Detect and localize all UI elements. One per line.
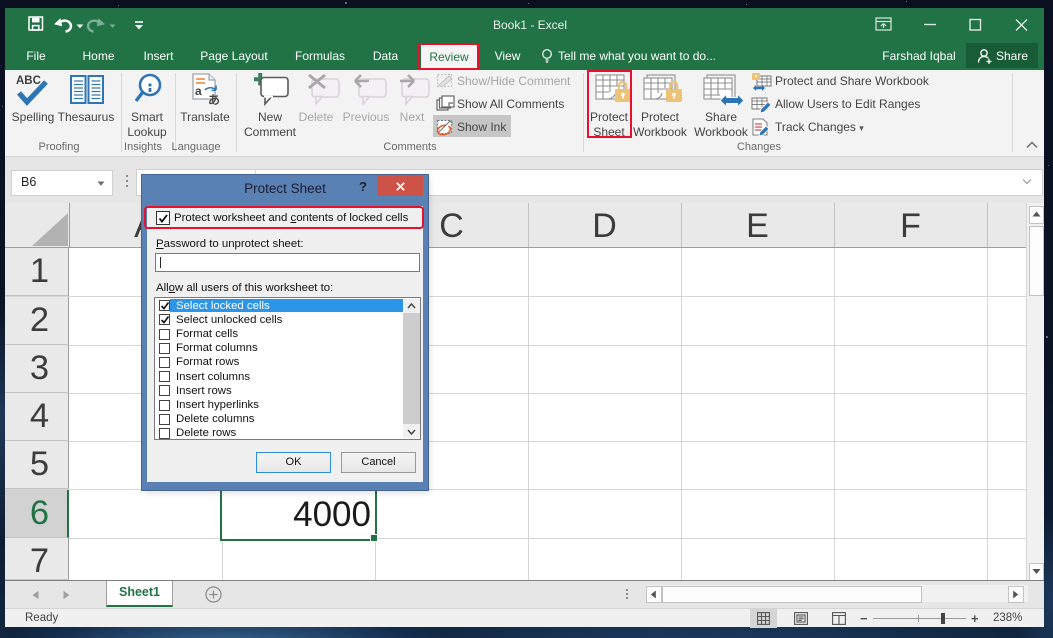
svg-text:あ: あ	[208, 93, 220, 107]
svg-text:a: a	[195, 84, 202, 98]
svg-text:ABC: ABC	[16, 75, 41, 87]
